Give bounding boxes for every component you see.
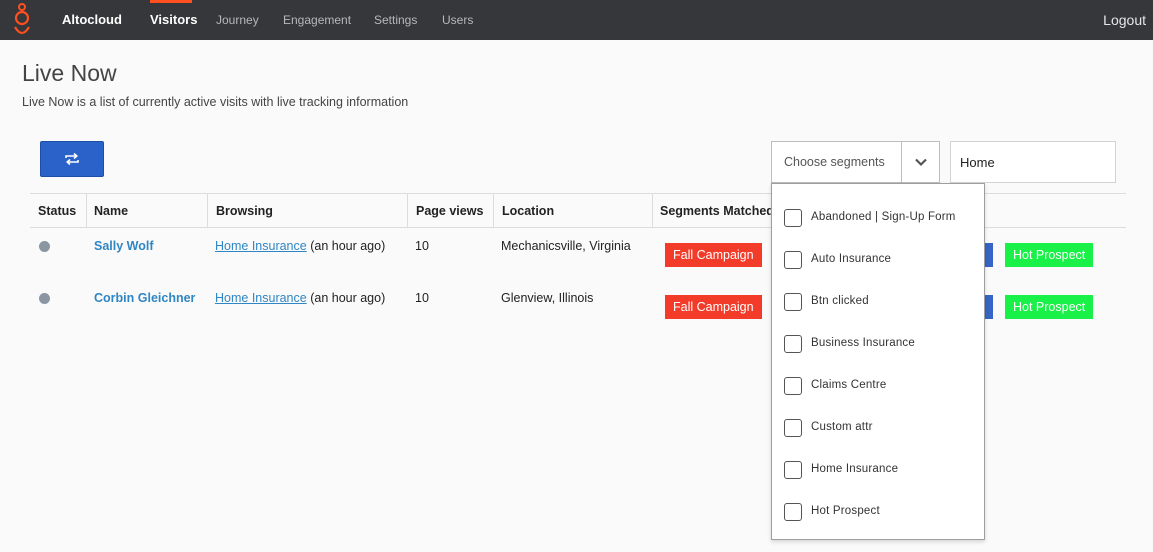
search-input[interactable]	[950, 141, 1116, 183]
checkbox[interactable]	[784, 503, 802, 521]
segment-option-label: Btn clicked	[811, 295, 869, 307]
segment-option-label: Abandoned | Sign-Up Form	[811, 211, 956, 223]
segment-option-label: Home Insurance	[811, 463, 899, 475]
segment-option-label: Hot Prospect	[811, 505, 880, 517]
page-views-value: 10	[415, 291, 429, 305]
select-divider	[901, 142, 902, 182]
segments-placeholder: Choose segments	[784, 155, 885, 169]
segment-option-label: Claims Centre	[811, 379, 887, 391]
segment-badge-hot-prospect: Hot Prospect	[1005, 243, 1094, 267]
column-header-browsing[interactable]: Browsing	[216, 204, 273, 218]
nav-settings[interactable]: Settings	[374, 13, 417, 27]
chevron-down-icon[interactable]	[913, 154, 929, 170]
column-divider	[652, 194, 653, 228]
top-navbar: Altocloud Visitors Journey Engagement Se…	[0, 0, 1153, 40]
location-value: Mechanicsville, Virginia	[501, 239, 631, 253]
checkbox[interactable]	[784, 251, 802, 269]
segments-dropdown-panel: Abandoned | Sign-Up Form Auto Insurance …	[771, 183, 985, 540]
refresh-icon	[65, 152, 79, 166]
segment-option-label: Business Insurance	[811, 337, 915, 349]
browsing-page-link[interactable]: Home Insurance	[215, 239, 307, 253]
column-header-page-views[interactable]: Page views	[416, 204, 483, 218]
location-value: Glenview, Illinois	[501, 291, 594, 305]
segment-badge-fall-campaign: Fall Campaign	[665, 295, 762, 319]
column-divider	[86, 194, 87, 228]
checkbox[interactable]	[784, 377, 802, 395]
browsing-cell: Home Insurance (an hour ago)	[215, 239, 385, 253]
refresh-button[interactable]	[40, 141, 104, 177]
page-views-value: 10	[415, 239, 429, 253]
column-divider	[493, 194, 494, 228]
column-header-location[interactable]: Location	[502, 204, 554, 218]
nav-engagement[interactable]: Engagement	[283, 13, 351, 27]
checkbox[interactable]	[784, 419, 802, 437]
page-title: Live Now	[22, 60, 117, 86]
column-header-segments[interactable]: Segments Matched	[660, 204, 774, 218]
browsing-page-link[interactable]: Home Insurance	[215, 291, 307, 305]
genesys-logo-icon[interactable]	[11, 3, 33, 37]
segments-select[interactable]: Choose segments	[771, 141, 940, 183]
segment-badge-hot-prospect: Hot Prospect	[1005, 295, 1094, 319]
status-indicator	[39, 241, 50, 252]
brand-name[interactable]: Altocloud	[62, 12, 122, 27]
segment-option-label: Auto Insurance	[811, 253, 892, 265]
page-description: Live Now is a list of currently active v…	[22, 95, 409, 109]
browsing-cell: Home Insurance (an hour ago)	[215, 291, 385, 305]
checkbox[interactable]	[784, 293, 802, 311]
nav-users[interactable]: Users	[442, 13, 473, 27]
browsing-time: (an hour ago)	[310, 291, 386, 305]
column-divider	[407, 194, 408, 228]
browsing-time: (an hour ago)	[310, 239, 386, 253]
column-header-status[interactable]: Status	[38, 204, 76, 218]
checkbox[interactable]	[784, 461, 802, 479]
logout-link[interactable]: Logout	[1103, 12, 1146, 28]
visitor-name-link[interactable]: Sally Wolf	[94, 239, 154, 253]
checkbox[interactable]	[784, 209, 802, 227]
segment-badge-fall-campaign: Fall Campaign	[665, 243, 762, 267]
active-tab-indicator	[150, 0, 192, 3]
nav-journey[interactable]: Journey	[216, 13, 259, 27]
segment-option-label: Custom attr	[811, 421, 873, 433]
checkbox[interactable]	[784, 335, 802, 353]
visitor-name-link[interactable]: Corbin Gleichner	[94, 291, 195, 305]
segment-badge	[985, 243, 993, 267]
column-header-name[interactable]: Name	[94, 204, 128, 218]
nav-visitors[interactable]: Visitors	[150, 12, 197, 27]
status-indicator	[39, 293, 50, 304]
segment-badge	[985, 295, 993, 319]
column-divider	[207, 194, 208, 228]
